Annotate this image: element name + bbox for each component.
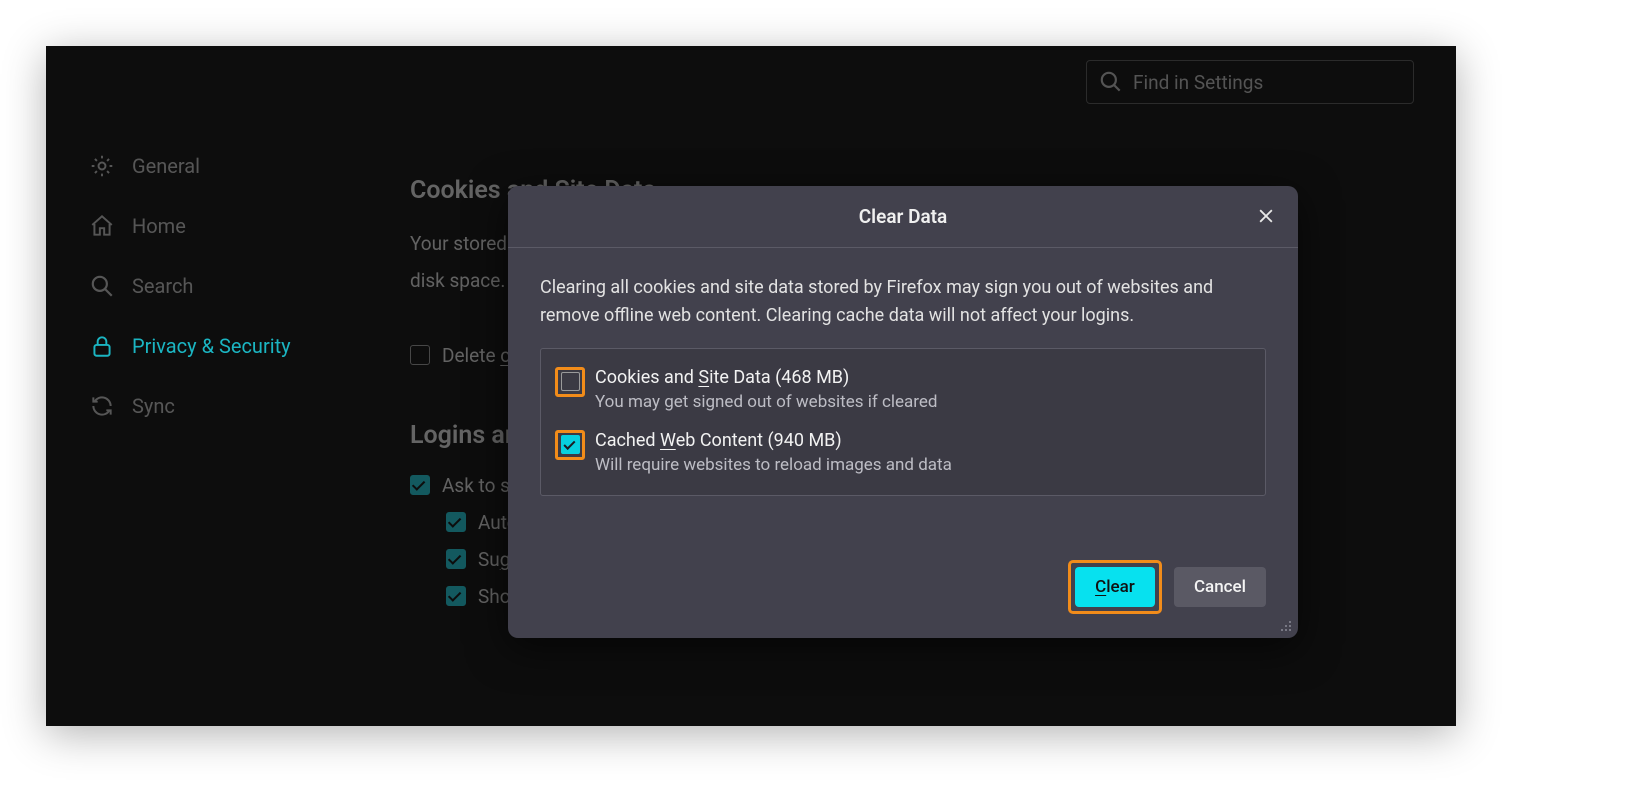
clear-data-dialog: Clear Data Clearing all cookies and site… (508, 186, 1298, 638)
sidebar-item-sync[interactable]: Sync (88, 392, 388, 420)
cancel-button[interactable]: Cancel (1174, 567, 1266, 607)
sidebar-item-privacy-security[interactable]: Privacy & Security (88, 332, 388, 360)
clear-button-highlight: Clear (1068, 560, 1162, 614)
ask-save-checkbox[interactable] (410, 475, 430, 495)
sidebar-item-general[interactable]: General (88, 152, 388, 180)
dialog-options-panel: Cookies and Site Data (468 MB) You may g… (540, 348, 1266, 496)
suggest-checkbox[interactable] (446, 549, 466, 569)
clear-button[interactable]: Clear (1075, 567, 1155, 607)
dialog-body: Clearing all cookies and site data store… (508, 248, 1298, 560)
dialog-close-button[interactable] (1250, 200, 1282, 232)
sync-icon (88, 392, 116, 420)
sidebar-item-label: Home (132, 214, 186, 238)
sidebar-item-search[interactable]: Search (88, 272, 388, 300)
breach-alerts-checkbox[interactable] (446, 586, 466, 606)
sidebar-item-label: Privacy & Security (132, 334, 291, 358)
sidebar-item-home[interactable]: Home (88, 212, 388, 240)
option-cookies-highlight (555, 367, 585, 397)
delete-cookies-checkbox[interactable] (410, 345, 430, 365)
option-cache-sub: Will require websites to reload images a… (595, 455, 1251, 475)
settings-search-input[interactable] (1133, 71, 1403, 94)
lock-icon (88, 332, 116, 360)
option-cookies-site-data[interactable]: Cookies and Site Data (468 MB) You may g… (555, 367, 1251, 412)
option-cookies-sub: You may get signed out of websites if cl… (595, 392, 1251, 412)
home-icon (88, 212, 116, 240)
sidebar-item-label: General (132, 154, 200, 178)
autofill-checkbox[interactable] (446, 512, 466, 532)
dialog-title: Clear Data (859, 205, 948, 228)
search-icon (1097, 68, 1125, 96)
sidebar: General Home Search Privacy & Security S… (88, 152, 388, 420)
option-cookies-checkbox[interactable] (561, 372, 580, 391)
option-cached-web-content[interactable]: Cached Web Content (940 MB) Will require… (555, 430, 1251, 475)
sidebar-item-label: Sync (132, 394, 175, 418)
settings-search[interactable] (1086, 60, 1414, 104)
gear-icon (88, 152, 116, 180)
option-cookies-label: Cookies and Site Data (468 MB) (595, 367, 1251, 388)
option-cache-label: Cached Web Content (940 MB) (595, 430, 1251, 451)
dialog-footer: Clear Cancel (508, 560, 1298, 638)
dialog-header: Clear Data (508, 186, 1298, 248)
sidebar-item-label: Search (132, 274, 193, 298)
option-cache-checkbox[interactable] (561, 435, 580, 454)
option-cache-highlight (555, 430, 585, 460)
dialog-description: Clearing all cookies and site data store… (540, 274, 1266, 330)
search-icon (88, 272, 116, 300)
resize-grip-icon[interactable] (1278, 618, 1294, 634)
